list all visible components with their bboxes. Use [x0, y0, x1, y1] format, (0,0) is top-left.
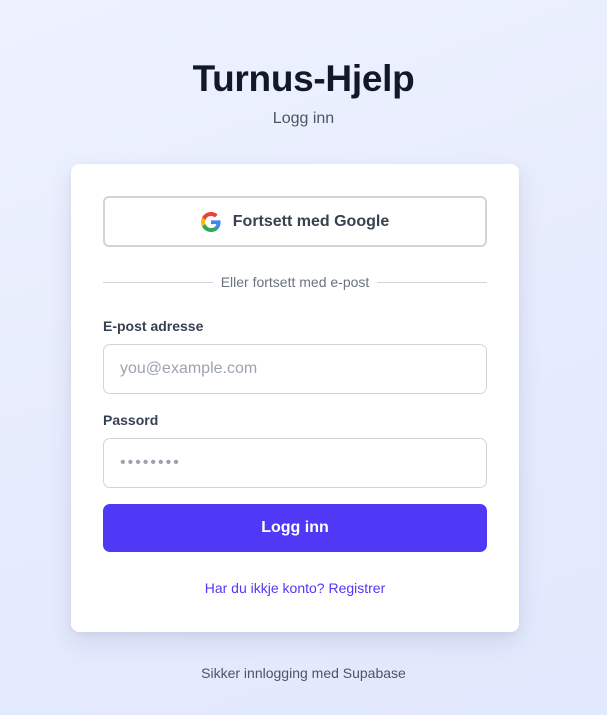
password-field[interactable]: [103, 438, 487, 488]
divider-text: Eller fortsett med e-post: [220, 274, 370, 290]
google-icon: [200, 211, 221, 232]
google-signin-label: Fortsett med Google: [232, 212, 390, 230]
divider: Eller fortsett med e-post: [103, 272, 487, 292]
password-label: Passord: [103, 412, 159, 428]
login-card: Fortsett med Google Eller fortsett med e…: [71, 164, 519, 632]
page-subtitle: Logg inn: [272, 110, 335, 127]
login-page: Turnus-Hjelp Logg inn Fortsett med Googl…: [0, 0, 607, 715]
email-label: E-post adresse: [103, 318, 204, 334]
page-title: Turnus-Hjelp: [192, 58, 415, 99]
login-button[interactable]: Logg inn: [103, 504, 487, 552]
footer-note: Sikker innlogging med Supabase: [201, 665, 406, 681]
divider-line-left: [103, 281, 213, 283]
register-link[interactable]: Har du ikkje konto? Registrer: [71, 580, 519, 596]
divider-line-right: [377, 281, 487, 283]
google-signin-button[interactable]: Fortsett med Google: [103, 196, 487, 247]
email-field[interactable]: [103, 344, 487, 394]
